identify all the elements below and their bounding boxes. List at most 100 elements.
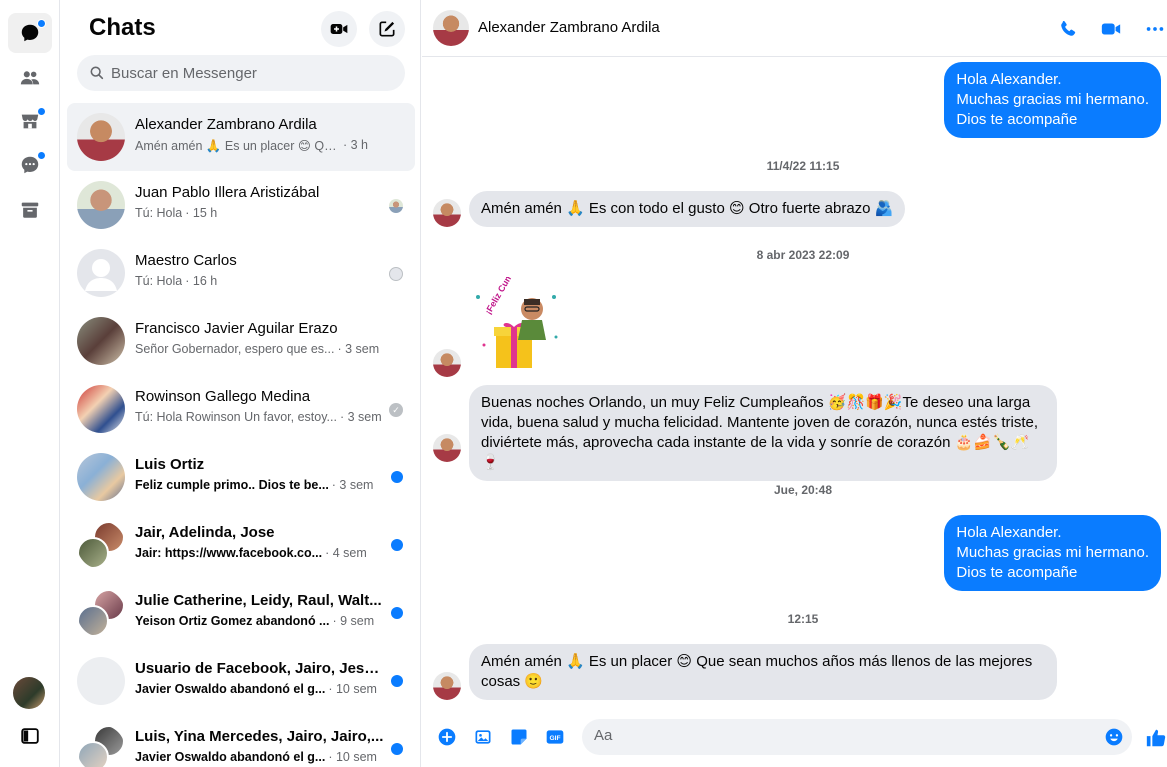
message-timestamp: 8 abr 2023 22:09 — [756, 248, 850, 262]
avatar — [77, 385, 125, 433]
message-timestamp: 11/4/22 11:15 — [766, 159, 840, 173]
seen-avatar — [389, 199, 403, 213]
avatar — [77, 453, 125, 501]
list-item[interactable]: Jair, Adelinda, Jose Jair: https://www.f… — [67, 511, 415, 579]
conversation-title[interactable]: Alexander Zambrano Ardila — [478, 19, 660, 36]
list-item[interactable]: Julie Catherine, Leidy, Raul, Walt... Ye… — [67, 579, 415, 647]
chat-name: Francisco Javier Aguilar Erazo — [135, 320, 338, 337]
emoji-icon[interactable] — [1104, 727, 1124, 747]
rail-chats-button[interactable] — [8, 13, 52, 53]
audio-call-button[interactable] — [1055, 16, 1081, 42]
list-item[interactable]: Luis, Yina Mercedes, Jairo, Jairo,... Ja… — [67, 715, 415, 767]
avatar — [77, 317, 125, 365]
chat-name: Juan Pablo Illera Aristizábal — [135, 184, 320, 201]
rail-requests-button[interactable] — [8, 145, 52, 185]
list-item[interactable]: Usuario de Facebook, Jairo, Jesu... Javi… — [67, 647, 415, 715]
gif-icon: GIF — [546, 730, 564, 744]
seen-avatar — [389, 267, 403, 281]
chat-preview: Yeison Ortiz Gomez abandonó ... · 9 sem — [135, 614, 375, 628]
page-title: Chats — [89, 14, 156, 41]
birthday-sticker[interactable]: ¡Feliz Cumple! — [466, 258, 566, 377]
more-actions-button[interactable] — [436, 726, 458, 748]
chat-name: Rowinson Gallego Medina — [135, 388, 311, 405]
phone-icon — [1061, 20, 1076, 36]
conversation-panel: Alexander Zambrano Ardila Hola Alexander… — [422, 0, 1167, 767]
left-rail — [0, 0, 60, 767]
svg-text:¡Feliz Cumple!: ¡Feliz Cumple! — [483, 277, 522, 316]
sender-avatar — [433, 199, 461, 227]
svg-text:GIF: GIF — [549, 735, 560, 742]
chat-preview: Jair: https://www.facebook.co... · 4 sem — [135, 546, 367, 560]
chat-name: Luis, Yina Mercedes, Jairo, Jairo,... — [135, 728, 384, 745]
attach-photo-button[interactable] — [472, 726, 494, 748]
list-item[interactable]: Luis Ortiz Feliz cumple primo.. Dios te … — [67, 443, 415, 511]
avatar — [77, 181, 125, 229]
unread-dot — [391, 743, 403, 755]
list-item[interactable]: Maestro Carlos Tú: Hola · 16 h — [67, 239, 415, 307]
new-video-room-button[interactable] — [321, 11, 357, 47]
new-message-button[interactable] — [369, 11, 405, 47]
chat-preview: Javier Oswaldo abandonó el g... · 10 sem — [135, 750, 377, 764]
search-placeholder: Buscar en Messenger — [111, 64, 257, 82]
outgoing-message[interactable]: Hola Alexander. Muchas gracias mi herman… — [944, 515, 1161, 591]
chat-name: Maestro Carlos — [135, 252, 237, 269]
archive-icon — [21, 202, 39, 218]
sidebar-toggle-icon — [21, 728, 39, 744]
people-icon — [20, 71, 40, 85]
outgoing-message[interactable]: Hola Alexander. Muchas gracias mi herman… — [944, 62, 1161, 138]
plus-circle-icon — [438, 728, 456, 746]
gif-button[interactable]: GIF — [544, 726, 566, 748]
chat-name: Jair, Adelinda, Jose — [135, 524, 275, 541]
chat-preview: Señor Gobernador, espero que es... · 3 se… — [135, 342, 380, 356]
sticker-icon — [511, 729, 527, 745]
search-icon — [90, 66, 104, 80]
rail-badge — [37, 107, 46, 116]
unread-dot — [391, 675, 403, 687]
chat-preview: Amén amén 🙏 Es un placer 😊 Qu... · 3 h — [135, 138, 369, 153]
unread-dot — [391, 607, 403, 619]
avatar — [77, 249, 125, 297]
chat-name: Usuario de Facebook, Jairo, Jesu... — [135, 660, 385, 677]
avatar[interactable] — [433, 10, 469, 46]
group-avatar — [77, 725, 125, 767]
chat-preview: Feliz cumple primo.. Dios te be... · 3 se… — [135, 478, 374, 492]
more-options-button[interactable] — [1142, 16, 1167, 42]
compose-icon — [379, 21, 395, 37]
incoming-message[interactable]: Amén amén 🙏 Es con todo el gusto 😊 Otro … — [469, 191, 906, 227]
message-timestamp: 12:15 — [787, 612, 819, 626]
chat-preview: Tú: Hola · 15 h — [135, 206, 218, 220]
rail-marketplace-button[interactable] — [8, 101, 52, 141]
profile-avatar[interactable] — [13, 677, 45, 709]
list-item[interactable]: Rowinson Gallego Medina Tú: Hola Rowinso… — [67, 375, 415, 443]
sender-avatar — [433, 349, 461, 377]
sticker-button[interactable] — [508, 726, 530, 748]
search-input[interactable]: Buscar en Messenger — [77, 55, 405, 91]
like-button[interactable] — [1144, 726, 1167, 750]
chat-name: Alexander Zambrano Ardila — [135, 116, 317, 133]
chat-list-panel: Chats Buscar en Messenger Alexander Zamb… — [61, 0, 421, 767]
message-timestamp: Jue, 20:48 — [773, 483, 833, 497]
delivered-check-icon: ✓ — [389, 403, 403, 417]
video-call-button[interactable] — [1098, 16, 1124, 42]
default-user-icon — [85, 259, 117, 291]
rail-archive-button[interactable] — [8, 190, 52, 230]
list-item[interactable]: Juan Pablo Illera Aristizábal Tú: Hola · … — [67, 171, 415, 239]
conversation-header: Alexander Zambrano Ardila — [422, 0, 1167, 57]
list-item[interactable]: Alexander Zambrano Ardila Amén amén 🙏 Es… — [67, 103, 415, 171]
unread-dot — [391, 539, 403, 551]
list-item[interactable]: Francisco Javier Aguilar Erazo Señor Gob… — [67, 307, 415, 375]
sender-avatar — [433, 672, 461, 700]
chat-name: Luis Ortiz — [135, 456, 205, 473]
message-composer — [582, 719, 1132, 755]
chat-preview: Tú: Hola Rowinson Un favor, estoy... · 3 … — [135, 410, 382, 424]
collapse-sidebar-button[interactable] — [8, 716, 52, 756]
message-input[interactable] — [594, 727, 1074, 744]
rail-badge — [37, 151, 46, 160]
rail-people-button[interactable] — [8, 58, 52, 98]
more-dots-icon — [1146, 27, 1164, 31]
incoming-message[interactable]: Amén amén 🙏 Es un placer 😊 Que sean much… — [469, 644, 1057, 700]
chat-preview: Javier Oswaldo abandonó el g... · 10 sem — [135, 682, 377, 696]
incoming-message[interactable]: Buenas noches Orlando, un muy Feliz Cump… — [469, 385, 1057, 481]
group-avatar — [77, 521, 125, 569]
like-icon — [1146, 729, 1166, 747]
